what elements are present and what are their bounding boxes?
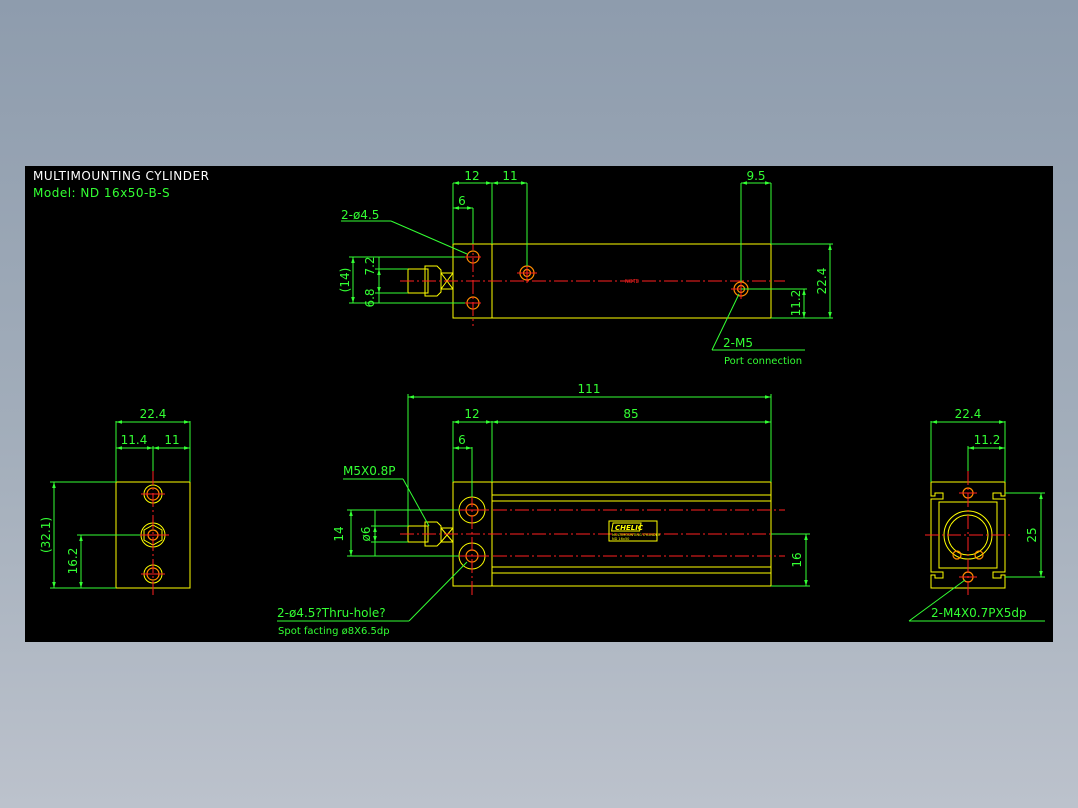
- dim-top-11-2: 11.2: [789, 290, 803, 317]
- front-view: CHELIC MULTIMOUNTING CYLINDER ND 16x50 1…: [277, 382, 810, 637]
- dim-front-14: 14: [332, 526, 346, 541]
- dim-left-22-4: 22.4: [140, 407, 167, 421]
- dim-top-6-8: 6.8: [363, 288, 377, 307]
- dim-right-22-4: 22.4: [955, 407, 982, 421]
- dim-front-85: 85: [623, 407, 638, 421]
- top-center-mark: NOTE: [625, 279, 639, 285]
- front-hole-callout: 2-ø4.5?Thru-hole?: [277, 606, 386, 620]
- top-port-note: Port connection: [724, 356, 802, 367]
- dim-top-7-2: 7.2: [363, 256, 377, 275]
- cad-viewport[interactable]: MULTIMOUNTING CYLINDER Model: ND 16x50-B…: [25, 166, 1053, 642]
- drawing-canvas: .yl { stroke: #ffff00; stroke-width: 1; …: [39, 169, 1045, 637]
- dim-top-12: 12: [464, 169, 479, 183]
- dim-top-6: 6: [458, 194, 466, 208]
- left-end-view: 22.4 11.4 11 (32.1) 16.2: [39, 407, 191, 598]
- top-view: 12 11 9.5 6 2-ø4.5 22.4 11.2 (14) 6.8 7.…: [338, 169, 833, 367]
- dim-right-11-2: 11.2: [974, 433, 1001, 447]
- dim-front-phi6: ø6: [359, 527, 373, 542]
- dim-right-25: 25: [1025, 527, 1039, 542]
- nameplate-line-2: ND 16x50: [612, 537, 629, 541]
- dim-left-11-4: 11.4: [121, 433, 148, 447]
- dim-front-16: 16: [790, 552, 804, 567]
- dim-top-14: (14): [338, 268, 352, 293]
- top-hole-callout: 2-ø4.5: [341, 208, 379, 222]
- dim-left-16-2: 16.2: [66, 548, 80, 575]
- dim-front-6: 6: [458, 433, 466, 447]
- front-spot-facing: Spot facting ø8X6.5dp: [278, 626, 390, 637]
- dim-top-9-5: 9.5: [746, 169, 765, 183]
- top-port-callout: 2-M5: [723, 336, 753, 350]
- dim-top-22-4: 22.4: [815, 268, 829, 295]
- front-thread-callout: M5X0.8P: [343, 464, 396, 478]
- brand-logo: CHELIC: [615, 524, 644, 532]
- right-end-view: 22.4 11.2 25 2-M4X0.7PX5dp: [908, 407, 1045, 622]
- dim-front-12: 12: [464, 407, 479, 421]
- right-thread-callout: 2-M4X0.7PX5dp: [931, 606, 1027, 620]
- dim-left-11: 11: [164, 433, 179, 447]
- dim-left-32-1: (32.1): [39, 517, 53, 553]
- dim-front-111: 111: [578, 382, 601, 396]
- dim-top-11: 11: [502, 169, 517, 183]
